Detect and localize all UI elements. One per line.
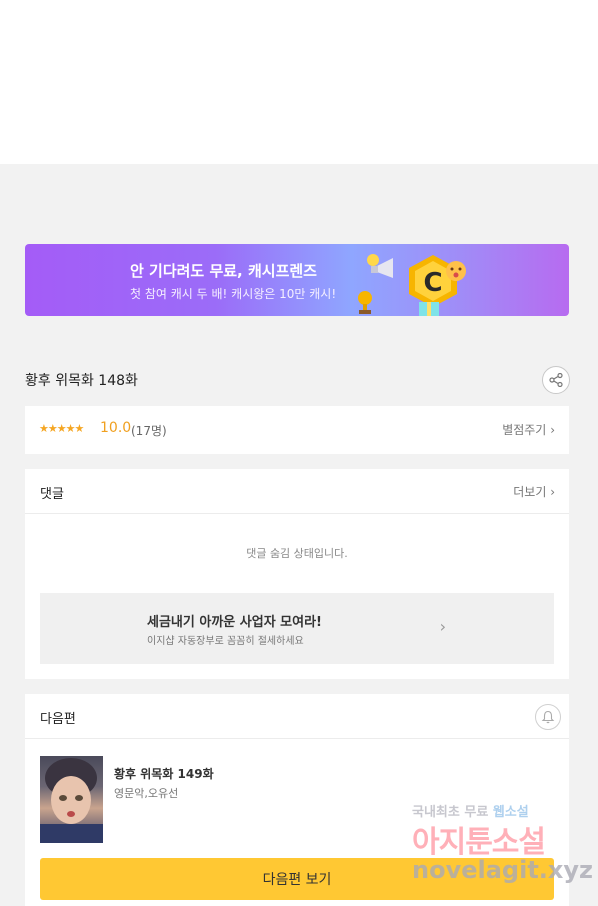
- chevron-right-icon: ›: [439, 617, 446, 636]
- next-label: 다음편: [40, 712, 76, 727]
- notify-button[interactable]: [535, 704, 561, 730]
- ad-title: 세금내기 아까운 사업자 모여라!: [147, 615, 322, 630]
- next-episode-authors: 영문악,오유선: [114, 787, 179, 800]
- watermark-line2: 아지툰소설: [412, 825, 546, 860]
- gift-icon: [419, 302, 439, 316]
- bell-icon: [541, 710, 555, 724]
- comment-label: 댓글: [40, 487, 64, 502]
- banner-subtitle: 첫 참여 캐시 두 배! 캐시왕은 10만 캐시!: [130, 287, 337, 301]
- rating-stars: ★★★★★: [39, 422, 84, 435]
- coin-letter: C: [423, 268, 442, 298]
- chevron-right-icon: ›: [550, 423, 555, 437]
- next-episode-title[interactable]: 황후 위목화 149화: [114, 765, 214, 782]
- watermark-line3: novelagit.xyz: [412, 856, 594, 884]
- trophy-icon: [358, 291, 372, 314]
- next-header: 다음편: [25, 694, 569, 739]
- cash-friends-banner[interactable]: 안 기다려도 무료, 캐시프렌즈 첫 참여 캐시 두 배! 캐시왕은 10만 캐…: [25, 244, 569, 316]
- episode-title: 황후 위목화 148화: [25, 373, 138, 389]
- ad-banner[interactable]: 세금내기 아까운 사업자 모여라! 이지샵 자동장부로 꼼꼼히 절세하세요 ›: [40, 593, 554, 664]
- rating-count: (17명): [131, 424, 167, 438]
- ad-subtitle: 이지샵 자동장부로 꼼꼼히 절세하세요: [147, 636, 304, 647]
- comment-more-button[interactable]: 더보기 ›: [513, 483, 555, 500]
- rating-card: ★★★★★ 10.0 (17명) 별점주기 ›: [25, 406, 569, 454]
- top-blank-area: [0, 0, 598, 164]
- rating-score: 10.0: [100, 420, 132, 436]
- share-icon: [549, 373, 563, 387]
- more-label: 더보기: [513, 485, 547, 499]
- emoji-face-icon: [446, 261, 466, 281]
- megaphone-icon: [367, 254, 393, 278]
- chevron-right-icon: ›: [550, 485, 555, 499]
- next-episode-thumbnail[interactable]: [40, 756, 103, 843]
- comment-header: 댓글 더보기 ›: [25, 469, 569, 514]
- rate-button-label: 별점주기: [502, 423, 547, 437]
- banner-title: 안 기다려도 무료, 캐시프렌즈: [130, 262, 317, 280]
- comment-card: 댓글 더보기 › 댓글 숨김 상태입니다. 세금내기 아까운 사업자 모여라! …: [25, 469, 569, 679]
- share-button[interactable]: [542, 366, 570, 394]
- comments-hidden-message: 댓글 숨김 상태입니다.: [246, 547, 348, 560]
- rate-button[interactable]: 별점주기 ›: [502, 421, 555, 438]
